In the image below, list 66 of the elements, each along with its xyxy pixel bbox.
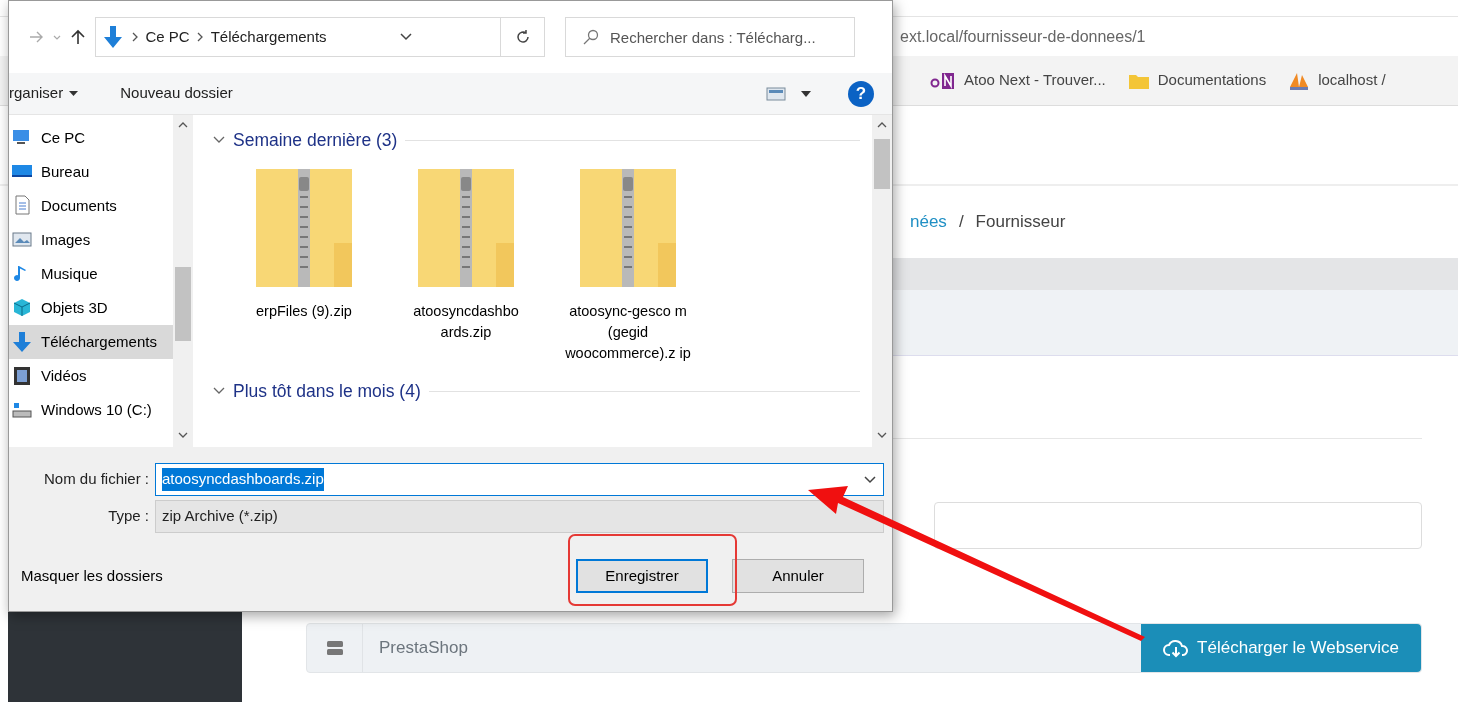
- bookmark-link[interactable]: Atoo Next - Trouver...: [930, 69, 1106, 92]
- breadcrumb-separator: /: [958, 211, 964, 234]
- nav-item[interactable]: Ce PC: [9, 121, 173, 155]
- filename-label: Nom du fichier :: [42, 469, 150, 490]
- input-field[interactable]: [934, 502, 1422, 549]
- view-icon[interactable]: [765, 86, 786, 101]
- refresh-icon: [514, 29, 531, 45]
- nav-item[interactable]: Téléchargements: [9, 325, 173, 359]
- zip-folder-icon: [416, 167, 516, 290]
- path-segment[interactable]: Ce PC: [145, 25, 190, 49]
- caret-icon: [69, 91, 79, 96]
- caret-icon[interactable]: [800, 90, 811, 97]
- search-field[interactable]: Rechercher dans : Télécharg...: [565, 17, 855, 57]
- zip-folder-icon: [254, 167, 354, 290]
- chevron-right-icon: [197, 32, 204, 42]
- chevron-down-icon[interactable]: [399, 33, 412, 41]
- bookmark-link[interactable]: localhost /: [1288, 69, 1386, 92]
- chevron-icon: [213, 387, 225, 396]
- type-label: Type :: [107, 506, 150, 527]
- download-arrow-icon: [11, 331, 33, 353]
- download-webservice-button[interactable]: Télécharger le Webservice: [1141, 624, 1421, 672]
- chevron-down-icon[interactable]: [863, 475, 876, 484]
- dialog-button[interactable]: Annuler: [732, 559, 864, 593]
- chevron-right-icon: [132, 32, 138, 42]
- new-folder-button[interactable]: Nouveau dossier: [120, 82, 233, 105]
- zip-folder-icon: [578, 167, 678, 290]
- filename-field[interactable]: atoosyncdashboards.zip: [155, 463, 884, 496]
- nav-item[interactable]: Musique: [9, 257, 173, 291]
- chevron-icon: [213, 136, 225, 145]
- film-icon: [11, 365, 33, 387]
- scrollbar[interactable]: [872, 115, 892, 447]
- scrollbar[interactable]: [173, 115, 193, 447]
- file-item[interactable]: atoosync-gesco m (gegid woocommerce).z ip: [555, 167, 701, 365]
- breadcrumb-link[interactable]: nées: [910, 209, 947, 235]
- nav-item[interactable]: Documents: [9, 189, 173, 223]
- file-item[interactable]: atoosyncdashbo ards.zip: [393, 167, 539, 365]
- bookmark-label: Atoo Next - Trouver...: [964, 70, 1106, 91]
- type-dropdown[interactable]: zip Archive (*.zip): [155, 500, 884, 533]
- path-segment[interactable]: Téléchargements: [210, 25, 327, 49]
- server-icon: [325, 640, 344, 656]
- search-icon: [583, 29, 599, 45]
- breadcrumb-current: Fournisseur: [975, 211, 1066, 234]
- download-arrow-icon: [102, 25, 124, 49]
- group-header[interactable]: Plus tôt dans le mois (4): [213, 378, 860, 405]
- forward-arrow-icon[interactable]: [29, 31, 43, 43]
- onenote-icon: [930, 71, 956, 90]
- nav-item[interactable]: Bureau: [9, 155, 173, 189]
- up-arrow-icon[interactable]: [71, 29, 85, 45]
- bookmark-label: Documentations: [1157, 70, 1267, 91]
- hide-folders-toggle[interactable]: Masquer les dossiers: [17, 564, 163, 588]
- bookmark-label: localhost /: [1318, 70, 1386, 91]
- platform-name: PrestaShop: [379, 637, 468, 660]
- path-field[interactable]: Ce PC Téléchargements: [95, 17, 545, 57]
- dialog-button[interactable]: Enregistrer: [576, 559, 708, 593]
- group-header[interactable]: Semaine dernière (3): [213, 127, 860, 154]
- nav-item[interactable]: Vidéos: [9, 359, 173, 393]
- cloud-download-icon: [1163, 638, 1190, 658]
- file-item[interactable]: erpFiles (9).zip: [231, 167, 377, 365]
- nav-item[interactable]: Windows 10 (C:): [9, 393, 173, 427]
- organize-menu[interactable]: rganiser: [9, 82, 79, 105]
- bookmark-link[interactable]: Documentations: [1127, 69, 1267, 92]
- help-button[interactable]: ?: [848, 80, 874, 107]
- address-text: ext.local/fournisseur-de-donnees/1: [900, 26, 1146, 47]
- nav-item[interactable]: Images: [9, 223, 173, 257]
- nav-item[interactable]: Objets 3D: [9, 291, 173, 325]
- cube-icon: [11, 297, 33, 319]
